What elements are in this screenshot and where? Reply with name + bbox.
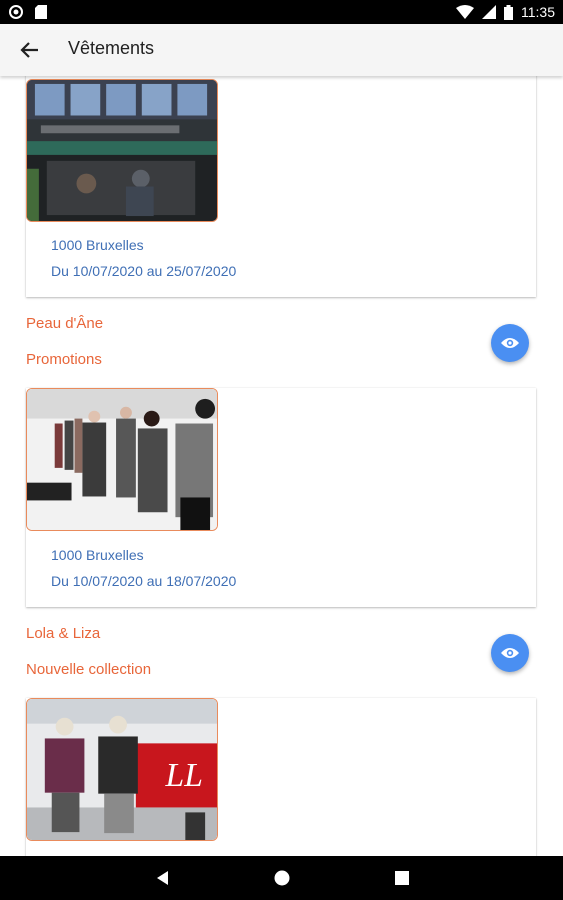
offer-card[interactable]: 1000 Bruxelles Du 10/07/2020 au 25/07/20… (26, 76, 536, 297)
page-title: Vêtements (68, 38, 155, 58)
navigation-bar (0, 856, 563, 900)
shop-photo (26, 79, 218, 222)
back-button[interactable] (16, 36, 44, 64)
notification-icon (9, 5, 23, 19)
offer-city: 1000 Bruxelles (51, 237, 144, 253)
circle-home-icon (274, 870, 290, 886)
app-bar: Vêtements (0, 24, 563, 76)
shop-name[interactable]: Peau d'Âne (26, 315, 103, 332)
offers-list[interactable]: 1000 Bruxelles Du 10/07/2020 au 25/07/20… (0, 76, 563, 856)
eye-icon (501, 338, 519, 348)
status-time: 11:35 (521, 4, 555, 20)
offer-city: 1000 Bruxelles (51, 547, 144, 563)
promo-title[interactable]: Nouvelle collection (26, 661, 151, 678)
signal-icon (482, 5, 496, 19)
eye-icon (501, 648, 519, 658)
nav-recents-button[interactable] (392, 868, 412, 888)
view-button[interactable] (491, 324, 529, 362)
status-bar: 11:35 (0, 0, 563, 24)
shop-name[interactable]: Lola & Liza (26, 625, 100, 642)
triangle-back-icon (157, 871, 168, 885)
offer-dates: Du 10/07/2020 au 25/07/2020 (51, 263, 237, 279)
offer-card[interactable]: LL (26, 698, 536, 856)
offer-dates: Du 10/07/2020 au 18/07/2020 (51, 573, 237, 589)
offer-card[interactable]: 1000 Bruxelles Du 10/07/2020 au 18/07/20… (26, 388, 536, 607)
battery-icon (504, 4, 513, 20)
svg-text:LL: LL (165, 757, 203, 794)
wifi-icon (456, 5, 474, 19)
shop-photo: LL (26, 698, 218, 841)
arrow-left-icon (20, 42, 38, 58)
shop-photo (26, 388, 218, 531)
nav-home-button[interactable] (272, 868, 292, 888)
nav-back-button[interactable] (153, 868, 173, 888)
sd-card-icon (35, 5, 47, 19)
view-button[interactable] (491, 634, 529, 672)
promo-title[interactable]: Promotions (26, 351, 102, 368)
square-recents-icon (395, 871, 409, 885)
